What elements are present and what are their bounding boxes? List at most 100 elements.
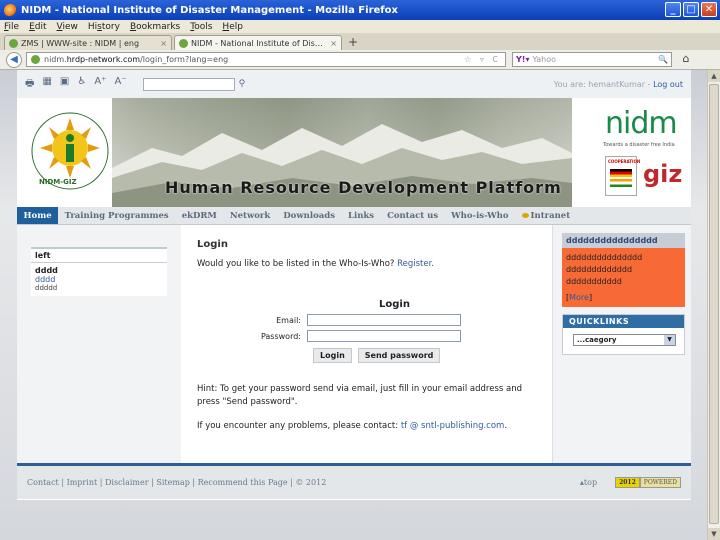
nav-intranet[interactable]: Intranet [515, 207, 577, 224]
nidm-logo: nidm [605, 106, 678, 141]
nav-contact-us[interactable]: Contact us [381, 207, 445, 224]
password-field[interactable] [307, 330, 461, 342]
chevron-down-icon[interactable]: ▼ [664, 335, 675, 345]
more-link[interactable]: More [569, 293, 589, 302]
url-bar[interactable]: nidm.hrdp-network.com/login_form?lang=en… [26, 52, 506, 67]
menu-tools[interactable]: Tools [190, 22, 212, 32]
site-identity-icon[interactable] [31, 55, 40, 64]
send-password-button[interactable]: Send password [357, 348, 441, 363]
maximize-button[interactable]: □ [683, 2, 699, 17]
menu-bookmarks[interactable]: Bookmarks [130, 22, 180, 32]
scroll-up-arrow-icon[interactable]: ▲ [708, 70, 720, 82]
nav-ekdrm[interactable]: ekDRM [175, 207, 223, 224]
left-logo-caption: NIDM-GIZ [39, 178, 77, 186]
nav-links[interactable]: Links [342, 207, 381, 224]
right-portlet-line: ddddddddddd [566, 277, 622, 286]
intranet-icon [521, 213, 529, 218]
main-navigation: Home Training Programmes ekDRM Network D… [17, 207, 691, 225]
tab-label: NIDM - National Institute of Disaster Ma… [191, 38, 328, 48]
more-link-wrapper: [More] [566, 293, 593, 302]
contact-email-link[interactable]: tf @ sntl-publishing.com [401, 421, 505, 431]
nidm-tagline: Towards a disaster free India [603, 142, 675, 148]
vertical-scrollbar[interactable]: ▲ ▼ [707, 70, 720, 540]
menu-edit[interactable]: Edit [29, 22, 46, 32]
site-search-input[interactable] [142, 77, 235, 91]
scrollbar-thumb[interactable] [709, 84, 719, 524]
window-controls: _ □ ✕ [665, 2, 717, 17]
search-icon[interactable]: 🔍 [658, 55, 668, 64]
url-controls[interactable]: ☆ ▿ C [464, 55, 501, 64]
left-column: left dddd dddd ddddd [17, 225, 181, 463]
tab-close-icon[interactable]: × [160, 39, 167, 48]
tab-zms[interactable]: ZMS | WWW-site : NIDM | eng × [4, 35, 172, 50]
footer-copyright: © 2012 [295, 478, 327, 487]
site-favicon-icon [179, 38, 188, 48]
left-portlet-text: ddddd [35, 284, 58, 292]
login-button[interactable]: Login [313, 348, 352, 363]
nav-home[interactable]: Home [17, 207, 59, 224]
main-content: Login Would you like to be listed in the… [197, 225, 552, 431]
home-button[interactable]: ⌂ [677, 52, 695, 68]
magnifier-icon[interactable]: ⚲ [239, 79, 246, 89]
accessibility-icon[interactable]: ♿ [77, 76, 86, 93]
contact-note: If you encounter any problems, please co… [197, 421, 508, 431]
logout-link[interactable]: Log out [653, 80, 683, 89]
font-increase-icon[interactable]: A⁺ [94, 76, 106, 93]
nav-who-is-who[interactable]: Who-is-Who [445, 207, 515, 224]
germany-flag-icon [610, 169, 632, 177]
footer-link-imprint[interactable]: Imprint [67, 478, 98, 487]
page-title: Login [197, 239, 228, 250]
menubar: File Edit View History Bookmarks Tools H… [0, 20, 720, 33]
cooperation-label: COOPERATION [608, 159, 641, 164]
firefox-logo-icon [4, 3, 17, 17]
tab-label: ZMS | WWW-site : NIDM | eng [21, 38, 140, 48]
search-engine-icon[interactable]: Y!▾ [516, 55, 529, 64]
content-area: left dddd dddd ddddd Login Would you lik… [17, 225, 691, 463]
left-portlet-link[interactable]: dddd [31, 275, 167, 284]
form-buttons: Login Send password [313, 348, 552, 363]
footer-link-contact[interactable]: Contact [27, 478, 59, 487]
email-field[interactable] [307, 314, 461, 326]
menu-view[interactable]: View [57, 22, 78, 32]
password-label: Password: [260, 331, 301, 341]
bookmark-icon[interactable]: ▣ [60, 76, 69, 93]
powered-badge[interactable]: POWERED [639, 477, 681, 488]
left-portlet: left dddd dddd ddddd [31, 247, 167, 296]
footer-link-sitemap[interactable]: Sitemap [156, 478, 189, 487]
menu-file[interactable]: File [4, 22, 19, 32]
sitemap-icon[interactable]: ▦ [42, 76, 51, 93]
web-page: 🖶 ▦ ▣ ♿ A⁺ A⁻ ⚲ You are: hemantKumar - L… [17, 70, 691, 500]
register-link[interactable]: Register [397, 259, 431, 269]
back-button[interactable]: ◀ [6, 51, 22, 68]
quicklinks-box: QUICKLINKS ...caegory ▼ [562, 314, 685, 355]
footer-link-disclaimer[interactable]: Disclaimer [105, 478, 149, 487]
giz-logo: giz [643, 160, 683, 188]
search-bar[interactable]: Y!▾ Yahoo 🔍 [512, 52, 672, 67]
nav-network[interactable]: Network [223, 207, 276, 224]
footer-link-recommend[interactable]: Recommend this Page [198, 478, 288, 487]
tab-close-icon[interactable]: × [330, 39, 337, 48]
tab-nidm[interactable]: NIDM - National Institute of Disaster Ma… [174, 35, 342, 50]
nav-downloads[interactable]: Downloads [277, 207, 342, 224]
close-button[interactable]: ✕ [701, 2, 717, 17]
scroll-down-arrow-icon[interactable]: ▼ [708, 528, 720, 540]
nav-training-programmes[interactable]: Training Programmes [58, 207, 175, 224]
minimize-button[interactable]: _ [665, 2, 681, 17]
back-to-top-link[interactable]: ▴top [580, 478, 597, 487]
menu-help[interactable]: Help [222, 22, 243, 32]
year-badge: 2012 [615, 477, 640, 488]
footer-links: Contact | Imprint | Disclaimer | Sitemap… [27, 478, 327, 487]
site-footer: Contact | Imprint | Disclaimer | Sitemap… [17, 466, 691, 499]
menu-history[interactable]: History [88, 22, 120, 32]
quicklinks-select[interactable]: ...caegory ▼ [573, 334, 676, 346]
banner-title: Human Resource Development Platform [165, 178, 562, 197]
left-portlet-heading: dddd [35, 266, 58, 275]
font-decrease-icon[interactable]: A⁻ [114, 76, 126, 93]
left-portlet-title: left [31, 249, 167, 263]
login-form-title: Login [379, 299, 410, 310]
new-tab-button[interactable]: + [344, 35, 362, 50]
print-icon[interactable]: 🖶 [25, 76, 34, 93]
quicklinks-selected: ...caegory [577, 336, 617, 344]
utility-bar: 🖶 ▦ ▣ ♿ A⁺ A⁻ ⚲ You are: hemantKumar - L… [17, 70, 691, 98]
user-info: You are: hemantKumar - Log out [553, 79, 683, 89]
